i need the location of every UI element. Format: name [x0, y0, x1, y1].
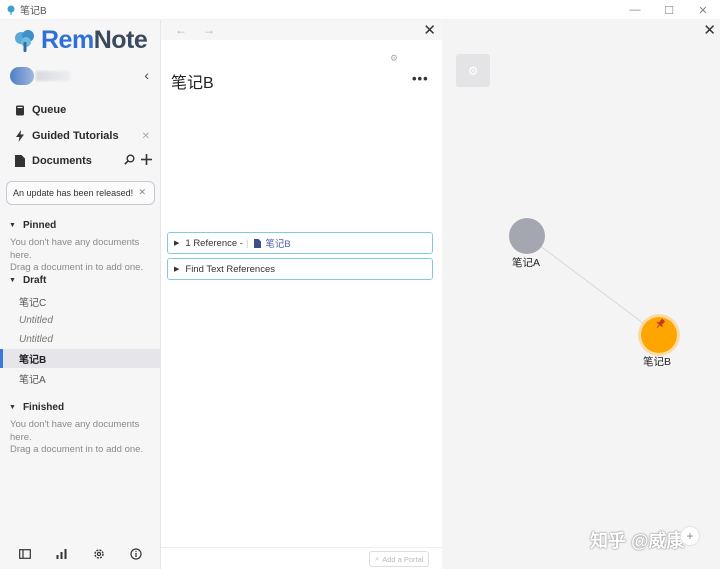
minimize-button[interactable]: — [618, 0, 652, 20]
dismiss-tutorials-button[interactable]: ✕ [142, 131, 150, 142]
document-settings-icon[interactable]: ⚙ [390, 53, 398, 64]
window-title-bar: 笔记B — ☐ ✕ [0, 0, 720, 20]
draft-doc-item-active[interactable]: 笔记B [0, 349, 160, 368]
update-notice-text: An update has been released! [13, 188, 134, 198]
back-arrow-icon[interactable]: ← [175, 23, 187, 37]
collapse-sidebar-icon[interactable]: ‹ [144, 67, 149, 83]
draft-doc-item[interactable]: Untitled [0, 330, 160, 349]
avatar[interactable] [10, 67, 34, 85]
stats-icon[interactable] [55, 547, 69, 561]
sidebar-bottom-toolbar [0, 543, 160, 565]
remnote-logo[interactable]: RemNote [12, 26, 148, 55]
draft-doc-item[interactable]: 笔记C [0, 292, 160, 311]
close-pane-button[interactable]: ✕ [423, 21, 436, 39]
sidebar: RemNote ‹ Queue Guided Tutorials ✕ Docum… [0, 20, 161, 569]
editor-footer: ⌕ Add a Portal [161, 547, 442, 569]
info-icon[interactable] [129, 547, 143, 561]
document-icon [254, 238, 262, 248]
section-draft-header[interactable]: ▼ Draft [9, 275, 46, 286]
maximize-button[interactable]: ☐ [652, 0, 686, 20]
more-options-button[interactable]: ••• [412, 71, 429, 86]
add-portal-input[interactable]: ⌕ Add a Portal [369, 551, 429, 567]
user-account[interactable]: ‹ [10, 67, 155, 85]
graph-view-pane: ✕ ⚙ 笔记A 笔记B 知乎 @威康 + [442, 20, 720, 569]
queue-icon [14, 104, 26, 116]
editor-toolbar: ← → ✕ [161, 20, 442, 40]
pinned-empty-message: You don't have any documents here. Drag … [10, 237, 144, 273]
draft-doc-item[interactable]: Untitled [0, 311, 160, 330]
window-title: 笔记B [20, 6, 47, 17]
forward-arrow-icon[interactable]: → [203, 23, 215, 37]
logo-tree-icon [15, 29, 34, 52]
update-notice[interactable]: An update has been released! ✕ [6, 181, 155, 205]
section-draft-title: Draft [22, 275, 47, 286]
lightning-icon [14, 130, 26, 142]
logo-text: RemNote [41, 26, 148, 54]
settings-icon[interactable] [92, 547, 106, 561]
expand-triangle-icon: ▼ [9, 404, 16, 411]
user-name-blurred [36, 71, 70, 81]
add-document-icon[interactable] [141, 154, 152, 168]
nav-documents[interactable]: Documents [14, 154, 156, 168]
document-icon [14, 155, 26, 167]
section-pinned-title: Pinned [22, 220, 57, 231]
references-panel[interactable]: ▶ 1 Reference - | 笔记B [167, 232, 433, 254]
search-documents-icon[interactable] [124, 154, 135, 168]
remnote-app-icon [7, 5, 15, 15]
graph-node-a-label: 笔记A [512, 257, 541, 269]
reference-count: 1 Reference - [185, 237, 243, 249]
editor-pane: ← → ✕ ⚙ 笔记B ••• ▶ 1 Reference - | 笔记B ▶ … [161, 20, 442, 569]
graph-node-b-label: 笔记B [643, 356, 672, 368]
find-text-references[interactable]: ▶ Find Text References [167, 258, 433, 280]
draft-doc-item[interactable]: 笔记A [0, 369, 160, 388]
section-finished-title: Finished [22, 402, 65, 413]
search-icon: ⌕ [375, 554, 380, 563]
section-pinned-header[interactable]: ▼ Pinned [9, 220, 56, 231]
dismiss-update-button[interactable]: ✕ [138, 187, 146, 198]
section-finished-header[interactable]: ▼ Finished [9, 402, 64, 413]
nav-queue[interactable]: Queue [14, 104, 156, 116]
sidebar-toggle-icon[interactable] [18, 547, 32, 561]
nav-guided-tutorials-label: Guided Tutorials [32, 130, 119, 142]
expand-triangle-icon: ▶ [174, 240, 180, 247]
watermark: 知乎 @威康 [590, 531, 685, 551]
reference-link[interactable]: 笔记B [254, 236, 291, 250]
finished-empty-message: You don't have any documents here. Drag … [10, 419, 144, 455]
close-window-button[interactable]: ✕ [686, 0, 720, 20]
graph-canvas[interactable] [442, 20, 720, 569]
nav-documents-label: Documents [32, 155, 92, 167]
document-title[interactable]: 笔记B [171, 69, 214, 93]
graph-node-a[interactable] [509, 218, 545, 254]
nav-queue-label: Queue [32, 104, 67, 116]
nav-guided-tutorials[interactable]: Guided Tutorials ✕ [14, 130, 156, 142]
graph-edge [526, 235, 660, 336]
expand-triangle-icon: ▼ [9, 222, 16, 229]
find-text-references-label: Find Text References [185, 263, 275, 275]
expand-triangle-icon: ▼ [9, 277, 16, 284]
expand-triangle-icon: ▶ [174, 266, 180, 273]
zoom-reset-button[interactable]: + [680, 526, 700, 546]
